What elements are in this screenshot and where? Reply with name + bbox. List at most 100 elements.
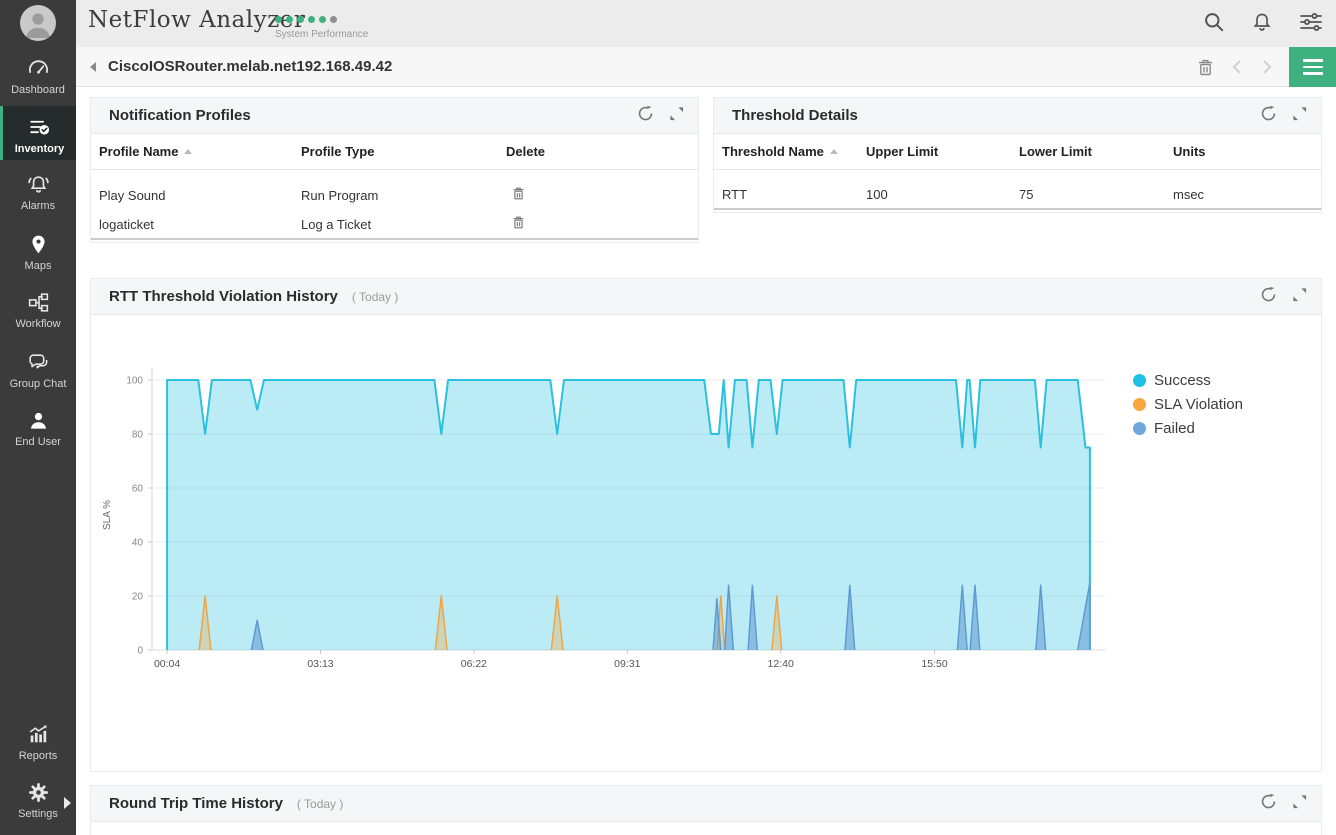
alarm-bell-icon [26, 172, 51, 197]
svg-text:0: 0 [137, 646, 143, 657]
table-row: RTT 100 75 msec [714, 180, 1321, 210]
sidebar-item-maps[interactable]: Maps [0, 232, 76, 272]
svg-text:20: 20 [132, 592, 144, 603]
prev-chevron-icon[interactable] [1230, 57, 1244, 82]
profile-name-cell: Play Sound [91, 188, 301, 203]
column-units: Units [1173, 144, 1321, 159]
panel-title: Round Trip Time History [109, 795, 283, 812]
sliders-icon[interactable] [1298, 10, 1324, 39]
svg-text:03:13: 03:13 [307, 658, 333, 670]
legend-dot [1133, 374, 1146, 387]
sidebar-item-workflow[interactable]: Workflow [0, 290, 76, 330]
panel-title: Threshold Details [732, 107, 858, 124]
sidebar-item-group-chat[interactable]: Group Chat [0, 350, 76, 390]
profile-type-cell: Log a Ticket [301, 217, 506, 232]
svg-text:00:04: 00:04 [154, 658, 180, 670]
sort-asc-icon [830, 149, 838, 154]
brand-label: System Performance [275, 29, 368, 40]
sort-asc-icon [184, 149, 192, 154]
workflow-icon [26, 290, 51, 315]
breadcrumb-bar: CiscoIOSRouter.melab.net192.168.49.42 [76, 47, 1336, 87]
sidebar-item-label: Settings [0, 808, 76, 820]
chart-legend: Success SLA Violation Failed [1133, 372, 1243, 444]
table-row: logaticket Log a Ticket [91, 210, 698, 240]
table-row: Play Sound Run Program [91, 180, 698, 210]
delete-trash-icon[interactable] [512, 215, 698, 233]
legend-dot [1133, 422, 1146, 435]
notifications-bell-icon[interactable] [1250, 10, 1274, 39]
next-chevron-icon[interactable] [1260, 57, 1274, 82]
sidebar-item-alarms[interactable]: Alarms [0, 172, 76, 212]
sidebar-item-label: Maps [0, 260, 76, 272]
upper-limit-cell: 100 [866, 187, 1019, 202]
delete-trash-icon[interactable] [1197, 58, 1214, 82]
column-delete: Delete [506, 144, 698, 159]
sidebar-item-end-user[interactable]: End User [0, 408, 76, 448]
report-chart-icon [26, 722, 51, 747]
legend-item-failed[interactable]: Failed [1133, 420, 1243, 437]
svg-text:60: 60 [132, 484, 144, 495]
svg-text:40: 40 [132, 538, 144, 549]
person-icon [26, 408, 51, 433]
round-trip-history-panel: Round Trip Time History ( Today ) [90, 785, 1322, 835]
user-avatar[interactable] [20, 5, 56, 41]
delete-trash-icon[interactable] [512, 186, 698, 204]
svg-text:80: 80 [132, 430, 144, 441]
threshold-details-panel: Threshold Details Threshold Name Upper L… [713, 97, 1322, 213]
legend-dot [1133, 398, 1146, 411]
refresh-icon[interactable] [637, 105, 654, 127]
top-header-bar: NetFlow Analyzer System Performance [76, 0, 1336, 47]
column-profile-type: Profile Type [301, 144, 506, 159]
legend-item-success[interactable]: Success [1133, 372, 1243, 389]
panel-period: ( Today ) [297, 797, 343, 811]
svg-text:09:31: 09:31 [614, 658, 640, 670]
expand-icon[interactable] [1292, 106, 1307, 126]
svg-text:06:22: 06:22 [461, 658, 487, 670]
sidebar-item-label: Reports [0, 750, 76, 762]
threshold-name-cell: RTT [714, 187, 866, 202]
sla-area-chart: 0 20 40 60 80 100 00:04 03:13 06:22 09:31 12:40 15:… [90, 350, 1130, 685]
svg-text:SLA %: SLA % [102, 500, 113, 530]
notification-profiles-panel: Notification Profiles Profile Name Profi… [90, 97, 699, 243]
expand-icon[interactable] [669, 106, 684, 126]
refresh-icon[interactable] [1260, 105, 1277, 127]
svg-text:15:50: 15:50 [921, 658, 947, 670]
sidebar-expand-arrow-icon[interactable] [64, 797, 71, 809]
sidebar-item-label: End User [0, 436, 76, 448]
brand-block: System Performance [275, 10, 368, 40]
sidebar-item-label: Dashboard [0, 84, 76, 96]
inventory-list-check-icon [27, 115, 52, 140]
column-threshold-name[interactable]: Threshold Name [714, 144, 866, 159]
sidebar: Dashboard Inventory Alarms [0, 0, 76, 835]
lower-limit-cell: 75 [1019, 187, 1173, 202]
legend-item-sla-violation[interactable]: SLA Violation [1133, 396, 1243, 413]
brand-dots [275, 10, 368, 28]
sidebar-item-inventory[interactable]: Inventory [0, 106, 76, 160]
profile-type-cell: Run Program [301, 188, 506, 203]
sidebar-item-label: Inventory [3, 143, 76, 155]
refresh-icon[interactable] [1260, 793, 1277, 815]
dashboard-gauge-icon [26, 56, 51, 81]
app-title: NetFlow Analyzer [88, 7, 305, 33]
sidebar-item-dashboard[interactable]: Dashboard [0, 56, 76, 96]
sidebar-item-reports[interactable]: Reports [0, 722, 76, 762]
menu-hamburger-button[interactable] [1289, 47, 1336, 87]
sidebar-item-label: Alarms [0, 200, 76, 212]
sidebar-item-label: Workflow [0, 318, 76, 330]
expand-icon[interactable] [1292, 794, 1307, 814]
panel-period: ( Today ) [352, 290, 398, 304]
profile-name-cell: logaticket [91, 217, 301, 232]
column-upper-limit: Upper Limit [866, 144, 1019, 159]
search-icon[interactable] [1202, 10, 1226, 39]
panel-title: RTT Threshold Violation History [109, 288, 338, 305]
svg-text:100: 100 [126, 376, 143, 387]
refresh-icon[interactable] [1260, 286, 1277, 308]
column-lower-limit: Lower Limit [1019, 144, 1173, 159]
map-pin-icon [26, 232, 51, 257]
panel-title: Notification Profiles [109, 107, 251, 124]
units-cell: msec [1173, 187, 1321, 202]
back-chevron-icon[interactable] [90, 62, 96, 72]
svg-text:12:40: 12:40 [768, 658, 794, 670]
column-profile-name[interactable]: Profile Name [91, 144, 301, 159]
expand-icon[interactable] [1292, 287, 1307, 307]
